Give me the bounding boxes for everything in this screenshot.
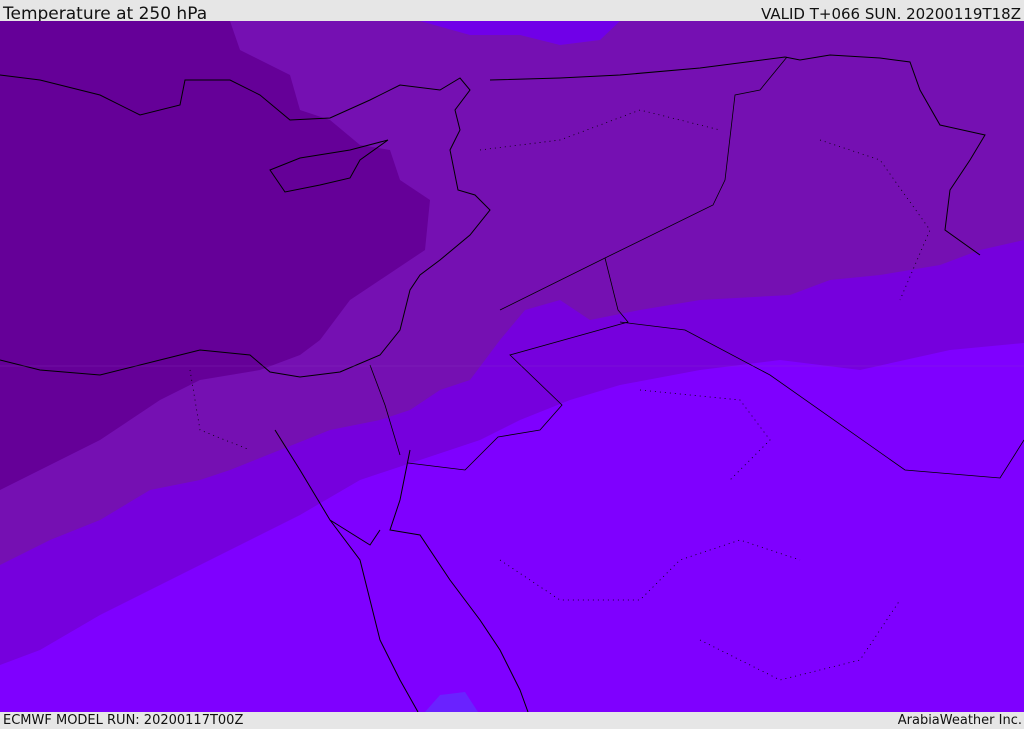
temperature-map bbox=[0, 21, 1024, 712]
header-bar: Temperature at 250 hPa VALID T+066 SUN. … bbox=[0, 0, 1024, 24]
model-run: ECMWF MODEL RUN: 20200117T00Z bbox=[3, 713, 244, 728]
footer-bar: ECMWF MODEL RUN: 20200117T00Z ArabiaWeat… bbox=[0, 712, 1024, 729]
credit-text: ArabiaWeather Inc. bbox=[897, 713, 1022, 728]
